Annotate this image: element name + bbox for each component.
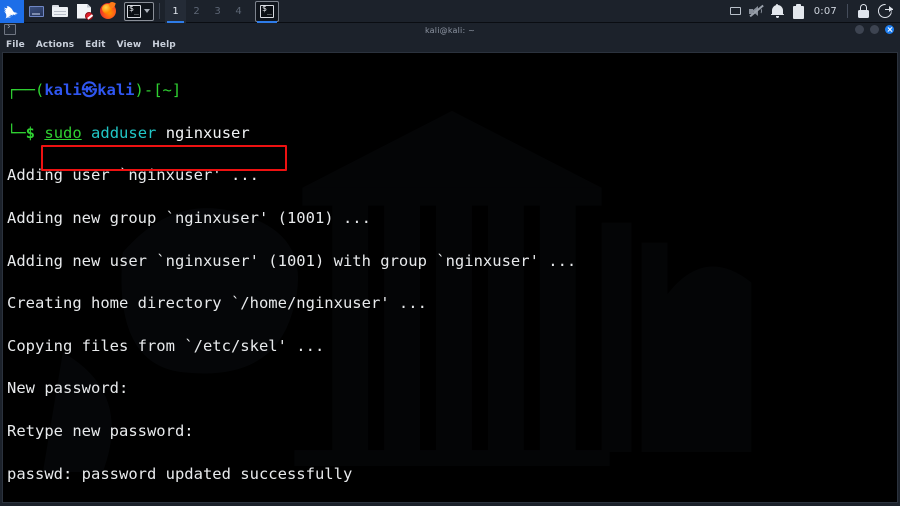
taskbar: 1 2 3 4 xyxy=(0,0,900,23)
file-manager-button[interactable] xyxy=(48,0,72,23)
taskbar-separator xyxy=(159,3,160,19)
maximize-button[interactable] xyxy=(870,25,879,34)
display-settings-button[interactable] xyxy=(726,0,745,23)
prompt-close-paren: ) xyxy=(134,81,144,100)
window-menu-icon[interactable] xyxy=(4,22,16,35)
taskbar-window-button-terminal[interactable] xyxy=(255,0,279,23)
prompt-line-2: └─$ sudo adduser nginxuser xyxy=(7,123,893,144)
prompt-corner-top: ┌── xyxy=(7,81,35,100)
prompt-dollar: $ xyxy=(25,123,36,142)
workspace-switcher: 1 2 3 4 xyxy=(165,0,249,23)
command-sudo: sudo xyxy=(44,123,82,142)
menu-actions[interactable]: Actions xyxy=(36,40,74,50)
prompt-dash: - xyxy=(143,81,154,100)
show-desktop-button[interactable] xyxy=(24,0,48,23)
power-logout-icon xyxy=(877,4,893,18)
document-icon xyxy=(77,3,93,20)
minimize-button[interactable] xyxy=(855,25,864,34)
close-button[interactable] xyxy=(885,25,894,34)
prompt-line-1: ┌──(kali㉿kali)-[~] xyxy=(7,80,893,101)
command-program: adduser xyxy=(91,123,157,142)
prompt-at-symbol: ㉿ xyxy=(81,81,98,100)
show-desktop-icon xyxy=(28,5,44,17)
output-line: Adding user `nginxuser' ... xyxy=(7,166,259,185)
prompt-open-paren: ( xyxy=(35,81,45,100)
terminal-window-icon xyxy=(260,4,274,18)
volume-button[interactable] xyxy=(747,0,766,23)
command-argument: nginxuser xyxy=(165,123,250,142)
menu-view[interactable]: View xyxy=(117,40,142,50)
terminal-output: ┌──(kali㉿kali)-[~] └─$ sudo adduser ngin… xyxy=(7,59,893,502)
lock-icon xyxy=(858,4,870,18)
prompt-path: [~] xyxy=(153,81,182,100)
kali-dragon-icon xyxy=(3,5,17,19)
terminal-icon xyxy=(127,4,141,18)
chevron-down-icon[interactable] xyxy=(144,9,150,13)
window-title: kali@kali: ~ xyxy=(424,26,476,35)
firefox-icon xyxy=(100,3,116,19)
speaker-muted-icon xyxy=(749,4,764,18)
window-controls xyxy=(855,25,894,34)
kali-menu-button[interactable] xyxy=(0,0,24,23)
output-line: Adding new user `nginxuser' (1001) with … xyxy=(7,251,577,270)
prompt-corner-bottom: └─ xyxy=(7,123,26,142)
display-icon xyxy=(729,7,741,15)
clock[interactable]: 0:07 xyxy=(810,6,841,17)
prompt-host: kali xyxy=(97,81,135,100)
terminal-window: kali@kali: ~ File Actions Edit View Help xyxy=(0,22,900,506)
battery-button[interactable] xyxy=(789,0,808,23)
menu-edit[interactable]: Edit xyxy=(85,40,105,50)
folder-icon xyxy=(52,5,68,17)
output-line: New password: xyxy=(7,379,129,398)
output-line: Retype new password: xyxy=(7,422,194,441)
workspace-3[interactable]: 3 xyxy=(207,0,228,23)
terminal-launcher-button[interactable] xyxy=(124,1,154,21)
desktop-screen: 1 2 3 4 xyxy=(0,0,900,506)
window-titlebar[interactable]: kali@kali: ~ xyxy=(0,22,900,38)
notifications-button[interactable] xyxy=(768,0,787,23)
logout-button[interactable] xyxy=(875,0,894,23)
bell-icon xyxy=(770,3,784,18)
battery-icon xyxy=(792,3,804,19)
workspace-2[interactable]: 2 xyxy=(186,0,207,23)
menubar: File Actions Edit View Help xyxy=(0,38,900,52)
firefox-button[interactable] xyxy=(96,0,120,23)
workspace-1[interactable]: 1 xyxy=(165,0,186,23)
prompt-user: kali xyxy=(44,81,82,100)
tray-separator xyxy=(847,4,848,18)
output-line: passwd: password updated successfully xyxy=(7,464,353,483)
menu-file[interactable]: File xyxy=(6,40,25,50)
system-tray: 0:07 xyxy=(726,0,900,23)
taskbar-left-group: 1 2 3 4 xyxy=(0,0,279,23)
output-line: Creating home directory `/home/nginxuser… xyxy=(7,294,427,313)
terminal-canvas[interactable]: ┌──(kali㉿kali)-[~] └─$ sudo adduser ngin… xyxy=(2,52,898,503)
lock-screen-button[interactable] xyxy=(854,0,873,23)
workspace-4[interactable]: 4 xyxy=(228,0,249,23)
menu-help[interactable]: Help xyxy=(152,40,176,50)
output-line: Copying files from `/etc/skel' ... xyxy=(7,336,325,355)
text-editor-button[interactable] xyxy=(72,0,96,23)
output-line: Adding new group `nginxuser' (1001) ... xyxy=(7,209,371,228)
